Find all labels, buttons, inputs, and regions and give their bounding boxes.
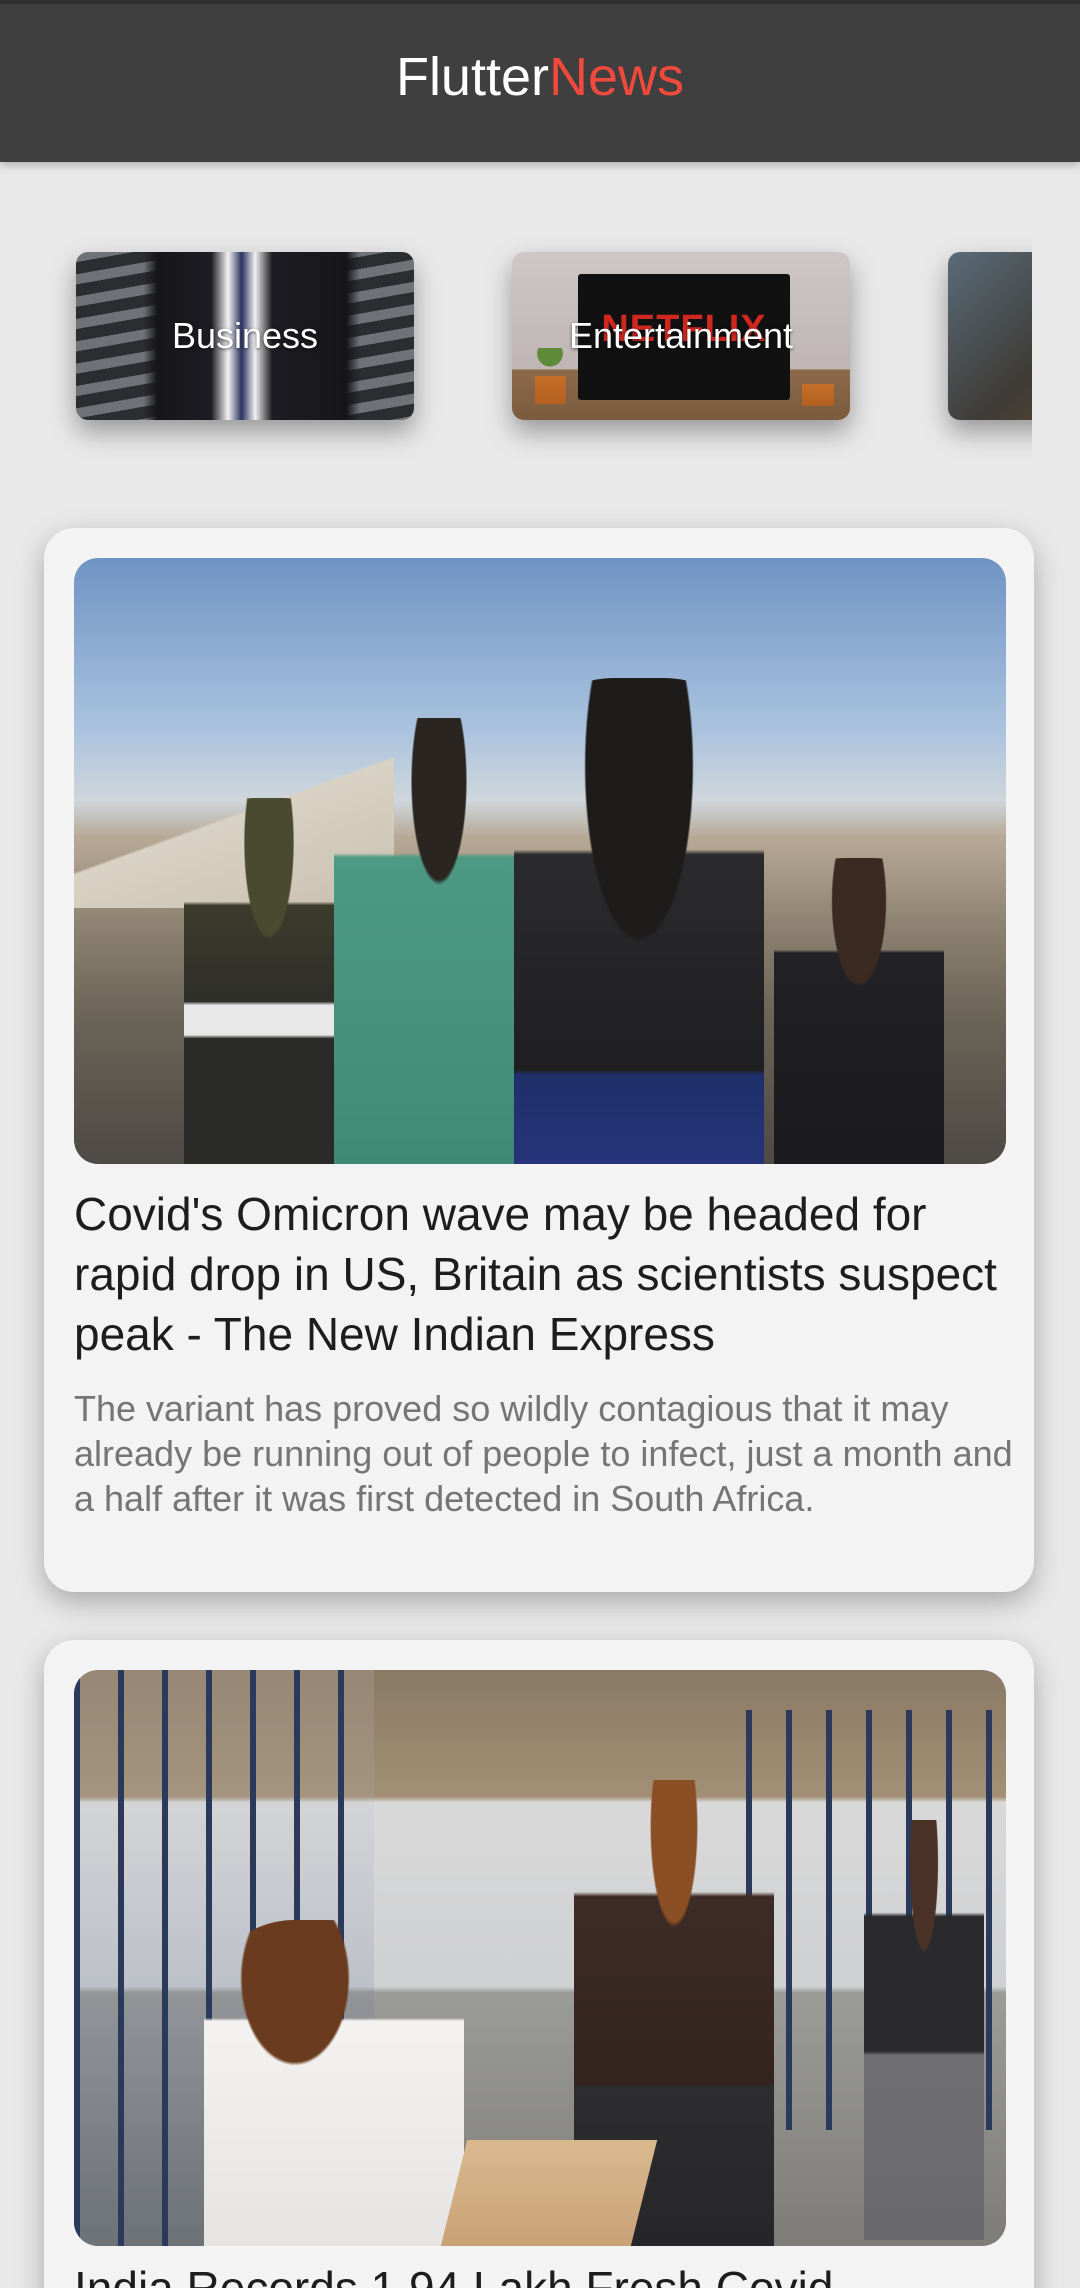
category-tile-business[interactable]: Business [76,252,414,420]
app-title-flutter: Flutter [395,47,549,107]
photo-person [514,678,764,1164]
app-title-news: News [549,47,685,107]
article-card[interactable]: Covid's Omicron wave may be headed for r… [44,528,1034,1592]
category-list[interactable]: Business NETFLIX Entertainment [0,226,1032,476]
app-bar: FlutterNews [0,0,1080,162]
photo-person [864,1820,984,2240]
category-tile-entertainment[interactable]: NETFLIX Entertainment [512,252,850,420]
photo-person [334,718,544,1164]
news-screen: FlutterNews Business NETFLIX Entertainme… [0,0,1080,2288]
photo-person [774,858,944,1164]
article-photo [74,1670,1006,2246]
article-title: India Records 1.94 Lakh Fresh Covid [74,2262,834,2288]
app-title: FlutterNews [396,46,684,108]
category-label: Entertainment [568,315,794,356]
category-tile-partial[interactable] [948,252,1032,420]
article-title: Covid's Omicron wave may be headed for r… [74,1188,997,1360]
article-description: The variant has proved so wildly contagi… [74,1388,1013,1519]
article-card[interactable]: India Records 1.94 Lakh Fresh Covid [44,1640,1034,2288]
article-image [74,558,1006,1164]
photo-box [440,2140,658,2246]
category-label [948,252,1032,420]
article-photo [74,558,1006,1164]
photo-person [184,798,354,1164]
category-label: Business [171,315,319,356]
article-image [74,1670,1006,2246]
photo-person [204,1920,464,2246]
